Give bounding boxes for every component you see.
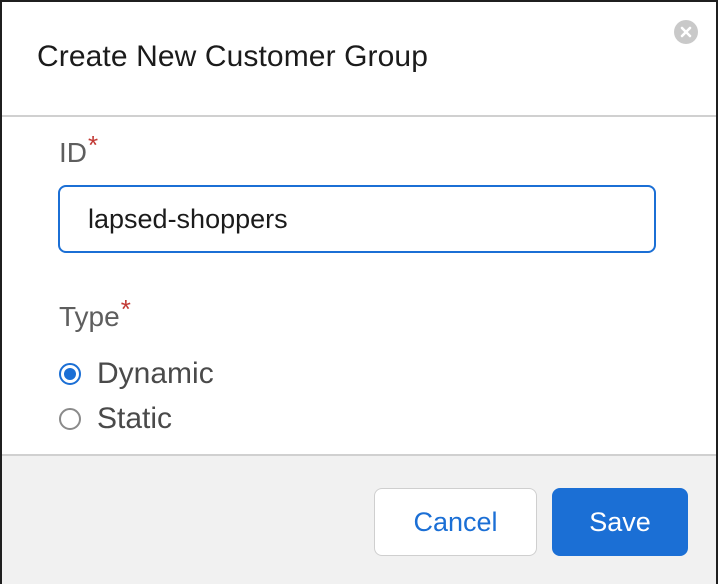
id-field-label: ID* — [59, 130, 98, 169]
required-marker: * — [88, 130, 99, 160]
type-field-label: Type* — [59, 294, 131, 333]
save-button[interactable]: Save — [552, 488, 688, 556]
cancel-button[interactable]: Cancel — [374, 488, 537, 556]
radio-button-static[interactable] — [59, 408, 81, 430]
type-label-text: Type — [59, 301, 120, 332]
id-input[interactable] — [58, 185, 656, 253]
required-marker: * — [120, 294, 131, 324]
modal-title: Create New Customer Group — [37, 40, 428, 73]
radio-label-static: Static — [97, 402, 173, 435]
radio-option-static[interactable]: Static — [59, 402, 172, 436]
close-icon[interactable] — [674, 20, 698, 44]
create-customer-group-modal: Create New Customer Group ID* Type* Dyna… — [0, 0, 718, 584]
radio-label-dynamic: Dynamic — [97, 357, 214, 390]
radio-option-dynamic[interactable]: Dynamic — [59, 357, 214, 391]
modal-footer: Cancel Save — [2, 454, 716, 584]
modal-body: ID* Type* Dynamic Static — [2, 117, 716, 454]
id-label-text: ID — [59, 137, 87, 168]
radio-button-dynamic[interactable] — [59, 363, 81, 385]
modal-header: Create New Customer Group — [2, 2, 716, 117]
